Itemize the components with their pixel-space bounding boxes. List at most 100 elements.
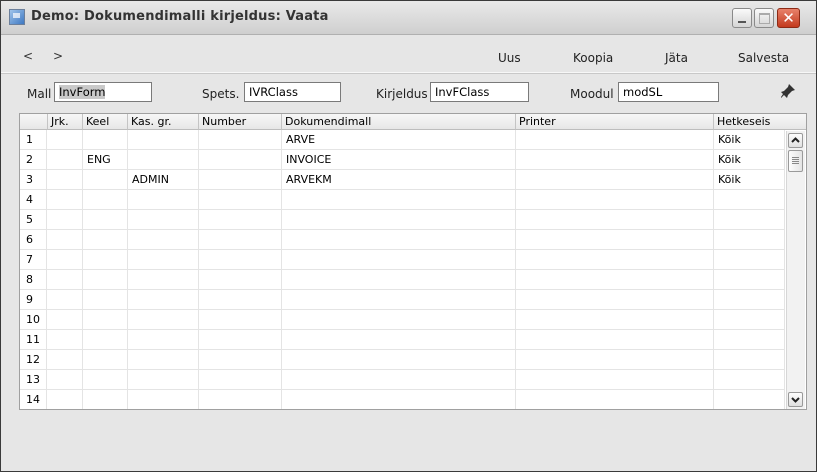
cell-hetkeseis[interactable] xyxy=(714,330,785,349)
vertical-scrollbar[interactable] xyxy=(786,131,805,409)
cell-hetkeseis[interactable] xyxy=(714,270,785,289)
cell-number[interactable] xyxy=(199,330,282,349)
cell-jrk[interactable] xyxy=(48,250,83,269)
cell-number[interactable] xyxy=(199,350,282,369)
cell-number[interactable] xyxy=(199,390,282,409)
cell-keel[interactable] xyxy=(83,170,128,189)
cell-hetkeseis[interactable] xyxy=(714,310,785,329)
cell-kasgr[interactable] xyxy=(128,330,199,349)
cell-jrk[interactable] xyxy=(48,350,83,369)
table-row[interactable]: 2 ENG INVOICE Kõik xyxy=(20,150,785,170)
cell-hetkeseis[interactable] xyxy=(714,370,785,389)
column-header-kas-gr[interactable]: Kas. gr. xyxy=(128,114,199,130)
kirjeldus-field[interactable]: InvFClass xyxy=(430,82,529,102)
cell-printer[interactable] xyxy=(516,330,714,349)
cell-kasgr[interactable] xyxy=(128,190,199,209)
table-row[interactable]: 3 ADMIN ARVEKM Kõik xyxy=(20,170,785,190)
cell-hetkeseis[interactable]: Kõik xyxy=(714,130,785,149)
cell-number[interactable] xyxy=(199,370,282,389)
cell-printer[interactable] xyxy=(516,310,714,329)
cell-number[interactable] xyxy=(199,170,282,189)
table-row[interactable]: 12 xyxy=(20,350,785,370)
cell-mall[interactable] xyxy=(282,350,516,369)
column-header-number[interactable]: Number xyxy=(199,114,282,130)
table-row[interactable]: 6 xyxy=(20,230,785,250)
cell-jrk[interactable] xyxy=(48,310,83,329)
table-row[interactable]: 9 xyxy=(20,290,785,310)
cell-hetkeseis[interactable]: Kõik xyxy=(714,150,785,169)
cell-keel[interactable] xyxy=(83,310,128,329)
cell-printer[interactable] xyxy=(516,250,714,269)
cell-printer[interactable] xyxy=(516,390,714,409)
table-row[interactable]: 10 xyxy=(20,310,785,330)
table-row[interactable]: 13 xyxy=(20,370,785,390)
cell-number[interactable] xyxy=(199,250,282,269)
scroll-up-button[interactable] xyxy=(788,133,803,148)
cell-jrk[interactable] xyxy=(48,130,83,149)
cell-mall[interactable]: ARVEKM xyxy=(282,170,516,189)
cell-mall[interactable] xyxy=(282,370,516,389)
scroll-down-button[interactable] xyxy=(788,392,803,407)
cell-printer[interactable] xyxy=(516,230,714,249)
cell-mall[interactable] xyxy=(282,210,516,229)
cell-number[interactable] xyxy=(199,290,282,309)
title-bar[interactable]: Demo: Dokumendimalli kirjeldus: Vaata ✕ xyxy=(1,1,816,35)
cell-jrk[interactable] xyxy=(48,210,83,229)
cell-hetkeseis[interactable] xyxy=(714,250,785,269)
cell-printer[interactable] xyxy=(516,170,714,189)
moodul-field[interactable]: modSL xyxy=(618,82,719,102)
cell-number[interactable] xyxy=(199,150,282,169)
cell-kasgr[interactable] xyxy=(128,350,199,369)
new-button[interactable]: Uus xyxy=(498,51,521,65)
cell-jrk[interactable] xyxy=(48,230,83,249)
cell-jrk[interactable] xyxy=(48,190,83,209)
cell-keel[interactable] xyxy=(83,330,128,349)
cell-hetkeseis[interactable] xyxy=(714,190,785,209)
cell-hetkeseis[interactable] xyxy=(714,390,785,409)
cell-keel[interactable] xyxy=(83,190,128,209)
cell-kasgr[interactable] xyxy=(128,270,199,289)
cell-printer[interactable] xyxy=(516,190,714,209)
cell-kasgr[interactable] xyxy=(128,370,199,389)
column-header-printer[interactable]: Printer xyxy=(516,114,714,130)
cell-jrk[interactable] xyxy=(48,170,83,189)
cell-jrk[interactable] xyxy=(48,270,83,289)
cell-mall[interactable]: ARVE xyxy=(282,130,516,149)
cell-kasgr[interactable] xyxy=(128,310,199,329)
cell-keel[interactable] xyxy=(83,370,128,389)
save-button[interactable]: Salvesta xyxy=(738,51,789,65)
table-row[interactable]: 4 xyxy=(20,190,785,210)
table-row[interactable]: 5 xyxy=(20,210,785,230)
copy-button[interactable]: Koopia xyxy=(573,51,613,65)
table-row[interactable]: 14 xyxy=(20,390,785,409)
cell-printer[interactable] xyxy=(516,270,714,289)
column-header-hetkeseis[interactable]: Hetkeseis xyxy=(714,114,806,130)
cell-hetkeseis[interactable]: Kõik xyxy=(714,170,785,189)
cell-mall[interactable] xyxy=(282,310,516,329)
cell-number[interactable] xyxy=(199,210,282,229)
cell-mall[interactable] xyxy=(282,190,516,209)
cell-mall[interactable] xyxy=(282,390,516,409)
cell-jrk[interactable] xyxy=(48,330,83,349)
cell-hetkeseis[interactable] xyxy=(714,210,785,229)
pin-icon[interactable] xyxy=(779,82,797,100)
cell-number[interactable] xyxy=(199,230,282,249)
cell-hetkeseis[interactable] xyxy=(714,290,785,309)
cell-number[interactable] xyxy=(199,130,282,149)
mall-field[interactable]: InvForm xyxy=(54,82,152,102)
cell-printer[interactable] xyxy=(516,130,714,149)
table-row[interactable]: 1 ARVE Kõik xyxy=(20,130,785,150)
cell-mall[interactable] xyxy=(282,230,516,249)
cell-jrk[interactable] xyxy=(48,390,83,409)
cell-jrk[interactable] xyxy=(48,150,83,169)
cell-kasgr[interactable]: ADMIN xyxy=(128,170,199,189)
table-row[interactable]: 7 xyxy=(20,250,785,270)
cell-printer[interactable] xyxy=(516,350,714,369)
cell-hetkeseis[interactable] xyxy=(714,350,785,369)
cell-mall[interactable] xyxy=(282,290,516,309)
column-header-jrk[interactable]: Jrk. xyxy=(48,114,83,130)
cell-kasgr[interactable] xyxy=(128,230,199,249)
cell-jrk[interactable] xyxy=(48,290,83,309)
minimize-button[interactable] xyxy=(732,8,752,28)
maximize-button[interactable] xyxy=(754,8,774,28)
